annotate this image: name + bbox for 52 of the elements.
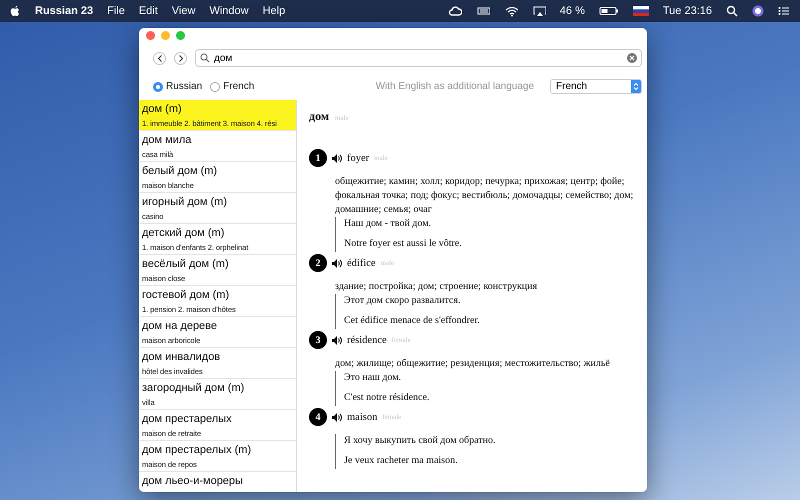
search-field[interactable]: дом (195, 49, 642, 67)
sense-number: 2 (309, 254, 327, 272)
translations-text: общежитие; камин; холл; коридор; печурка; прихожая; центр; фойе; фокальная точка; под; фокус; вестибюль; домочадцы; семейство; дом; домашние; семья; очаг (334, 175, 634, 217)
apple-icon (10, 5, 21, 17)
translations-text: здание; постройка; дом; строение; конструкция (334, 280, 538, 294)
wifi-icon (504, 5, 518, 17)
battery-icon (598, 5, 619, 17)
back-button[interactable] (153, 52, 166, 64)
list-icon (778, 5, 790, 17)
sense-word: foyer (347, 152, 370, 164)
clock: Tue 23:16 (662, 5, 712, 17)
menu-item[interactable]: View (172, 5, 196, 17)
example-quote: Я хочу выкупить свой дом обратно. Je veux racheter ma maison. (335, 434, 635, 469)
menu-item[interactable]: Window (209, 5, 249, 17)
headword: дом (309, 109, 330, 124)
sense-word: maison (347, 412, 378, 422)
example-quote: Наш дом - твой дом. Notre foyer est aussi le vôtre. (335, 217, 635, 252)
speaker-icon (332, 258, 342, 268)
flag-icon (632, 5, 649, 17)
airplay-icon (532, 5, 546, 17)
language-radio[interactable]: Russian (153, 81, 202, 92)
siri-icon (752, 5, 764, 17)
sense-word: édifice (347, 258, 376, 268)
menu-item[interactable]: Help (262, 5, 286, 17)
cloud-icon (448, 5, 462, 17)
search-icon (200, 53, 210, 63)
sense-word: résidence (347, 334, 387, 346)
speaker-icon (332, 412, 342, 422)
translations-text: дом; жилище; общежитие; резиденция; местожительство; жильё (334, 357, 611, 371)
language-radio[interactable]: French (210, 81, 254, 92)
example-quote: Это наш дом. C'est notre résidence. (335, 371, 635, 406)
sense-number: 3 (309, 331, 327, 349)
clear-icon[interactable] (627, 53, 637, 63)
menu-item[interactable]: File (107, 5, 125, 17)
memory-icon (476, 5, 490, 17)
result-item[interactable]: дом льео-и-мореры (139, 472, 296, 492)
forward-button[interactable] (174, 52, 187, 64)
close-button[interactable] (146, 31, 155, 40)
battery-percent: 46 % (560, 5, 585, 17)
chevron-left-icon (156, 54, 162, 62)
menu-item[interactable]: Edit (138, 5, 158, 17)
language-select[interactable]: French (550, 79, 642, 94)
chevron-right-icon (178, 54, 184, 62)
app-menu[interactable]: Russian 23 (35, 5, 94, 17)
sense-number: 1 (309, 149, 327, 167)
speaker-icon (332, 154, 342, 162)
sense-number: 4 (309, 408, 327, 426)
speaker-icon (332, 336, 342, 344)
updown-arrows-icon (633, 82, 639, 91)
search-icon (726, 5, 738, 17)
additional-language-label: With English as additional language (376, 81, 534, 92)
example-quote: Этот дом скоро развалится. Cet édifice menace de s'effondrer. (335, 294, 635, 329)
